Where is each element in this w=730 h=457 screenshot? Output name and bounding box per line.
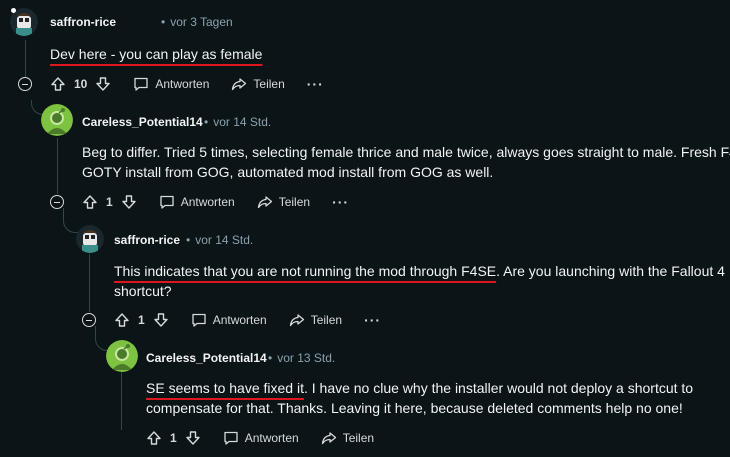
- more-icon[interactable]: ···: [307, 77, 324, 91]
- comment-actions: 1 Antworten Teilen ···: [82, 190, 371, 214]
- comment-actions: 1 Antworten Teilen: [146, 426, 396, 450]
- comment-line: shortcut?: [114, 283, 172, 299]
- comment-meta: • vor 14 Std.: [204, 115, 272, 129]
- vote-count: 1: [170, 431, 177, 445]
- avatar[interactable]: [106, 340, 138, 372]
- comment-time: vor 14 Std.: [213, 115, 272, 129]
- more-icon[interactable]: ···: [332, 195, 349, 209]
- thread-curve-2: [63, 218, 78, 233]
- share-icon: [257, 196, 272, 209]
- reply-button[interactable]: Antworten: [191, 312, 267, 328]
- comment-body: SE seems to have fixed it. I have no clu…: [146, 378, 730, 418]
- share-button[interactable]: Teilen: [257, 194, 310, 210]
- reply-label: Antworten: [180, 195, 235, 209]
- comment-time: vor 14 Std.: [195, 233, 254, 247]
- comment-icon: [192, 313, 206, 327]
- reply-label: Antworten: [244, 431, 299, 445]
- comment-line: GOTY install from GOG, automated mod ins…: [82, 164, 494, 180]
- upvote-icon[interactable]: [82, 194, 98, 210]
- share-button[interactable]: Teilen: [321, 430, 374, 446]
- comment-meta: • vor 14 Std.: [186, 233, 254, 247]
- comment-meta: • vor 3 Tagen: [161, 15, 233, 29]
- comment-time: vor 13 Std.: [277, 351, 336, 365]
- reply-button[interactable]: Antworten: [159, 194, 235, 210]
- avatar[interactable]: [76, 225, 104, 253]
- comment-line: SE seems to have fixed it. I have no clu…: [146, 378, 730, 398]
- comment-body: This indicates that you are not running …: [114, 261, 730, 301]
- downvote-icon[interactable]: [121, 194, 137, 210]
- share-label: Teilen: [253, 77, 285, 91]
- reply-button[interactable]: Antworten: [223, 430, 299, 446]
- collapse-icon[interactable]: [50, 195, 64, 209]
- share-button[interactable]: Teilen: [289, 312, 342, 328]
- comment-highlight: Dev here - you can play as female: [50, 46, 263, 62]
- downvote-icon[interactable]: [153, 312, 169, 328]
- comment-actions: 10 Antworten Teilen ···: [50, 72, 346, 96]
- share-button[interactable]: Teilen: [231, 76, 285, 92]
- vote-count: 1: [106, 195, 113, 209]
- share-icon: [232, 78, 247, 91]
- reply-button[interactable]: Antworten: [133, 76, 209, 92]
- thread-line-2: [57, 138, 58, 194]
- share-label: Teilen: [278, 195, 311, 209]
- vote-count: 1: [138, 313, 145, 327]
- avatar[interactable]: [41, 104, 73, 136]
- reply-label: Antworten: [155, 77, 210, 91]
- collapse-icon[interactable]: [18, 77, 32, 91]
- vote-count: 10: [74, 77, 88, 91]
- comment-line: Beg to differ. Tried 5 times, selecting …: [82, 144, 730, 160]
- comment-author[interactable]: saffron-rice: [114, 233, 180, 247]
- comment-icon: [160, 195, 174, 209]
- share-icon: [289, 314, 304, 327]
- comment-time: vor 3 Tagen: [170, 15, 233, 29]
- thread-line-3b: [95, 326, 96, 338]
- thread-line-2b: [63, 208, 64, 220]
- downvote-icon[interactable]: [185, 430, 201, 446]
- comment-icon: [134, 77, 149, 91]
- share-label: Teilen: [310, 313, 343, 327]
- more-icon[interactable]: ···: [364, 313, 381, 327]
- upvote-icon[interactable]: [146, 430, 162, 446]
- comment-author[interactable]: Careless_Potential14: [82, 115, 203, 129]
- comment-line: compensate for that. Thanks. Leaving it …: [146, 400, 683, 416]
- comment-line: This indicates that you are not running …: [114, 261, 730, 281]
- comment-author[interactable]: saffron-rice: [50, 15, 116, 29]
- comment-rest: . I have no clue why the installer would…: [303, 380, 694, 396]
- comment-highlight: This indicates that you are not running …: [114, 263, 497, 279]
- reply-label: Antworten: [212, 313, 267, 327]
- online-dot: [11, 8, 16, 13]
- share-label: Teilen: [342, 431, 375, 445]
- comment-icon: [224, 431, 238, 445]
- comment-meta: • vor 13 Std.: [268, 351, 336, 365]
- thread-line-3: [89, 254, 90, 312]
- thread-line-4: [121, 372, 122, 430]
- upvote-icon[interactable]: [114, 312, 130, 328]
- comment-highlight: SE seems to have fixed it: [146, 380, 304, 396]
- comment-rest: . Are you launching with the Fallout 4: [496, 263, 725, 279]
- comment-body: Beg to differ. Tried 5 times, selecting …: [82, 142, 730, 182]
- upvote-icon[interactable]: [50, 76, 66, 92]
- comment-author[interactable]: Careless_Potential14: [146, 351, 267, 365]
- comment-actions: 1 Antworten Teilen ···: [114, 308, 403, 332]
- share-icon: [321, 432, 336, 445]
- downvote-icon[interactable]: [95, 76, 111, 92]
- comment-body: Dev here - you can play as female: [50, 44, 262, 64]
- collapse-icon[interactable]: [82, 313, 96, 327]
